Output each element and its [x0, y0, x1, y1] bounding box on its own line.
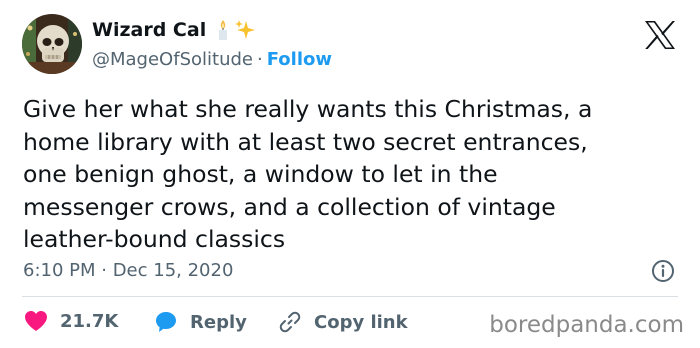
link-icon — [279, 311, 301, 333]
name-emoji-group — [214, 19, 256, 41]
heart-icon — [25, 311, 47, 331]
x-logo-icon[interactable] — [644, 20, 676, 50]
copy-link-button[interactable]: Copy link — [278, 310, 408, 334]
tweet-timestamp[interactable]: 6:10 PM · Dec 15, 2020 — [23, 260, 233, 281]
separator-dot: · — [256, 49, 263, 70]
author-handle[interactable]: @MageOfSolitude — [92, 49, 253, 70]
like-count: 21.7K — [60, 310, 119, 332]
skull-avatar-image — [22, 14, 82, 74]
like-button[interactable]: 21.7K — [24, 310, 118, 332]
follow-button[interactable]: Follow — [267, 49, 332, 70]
watermark: boredpanda.com — [489, 312, 684, 338]
reply-button[interactable]: Reply — [154, 310, 247, 334]
divider — [22, 296, 678, 297]
avatar[interactable] — [22, 14, 82, 74]
tweet-text: Give her what she really wants this Chri… — [23, 95, 593, 253]
reply-bubble-icon — [156, 312, 176, 332]
sparkles-icon — [235, 20, 256, 39]
candle-icon — [219, 20, 228, 40]
author-name[interactable]: Wizard Cal — [92, 19, 206, 41]
reply-label: Reply — [190, 311, 247, 333]
handle-row: @MageOfSolitude · Follow — [92, 49, 332, 70]
info-icon[interactable] — [651, 259, 675, 283]
copy-link-label: Copy link — [314, 311, 408, 333]
author-name-row[interactable]: Wizard Cal — [92, 19, 256, 41]
